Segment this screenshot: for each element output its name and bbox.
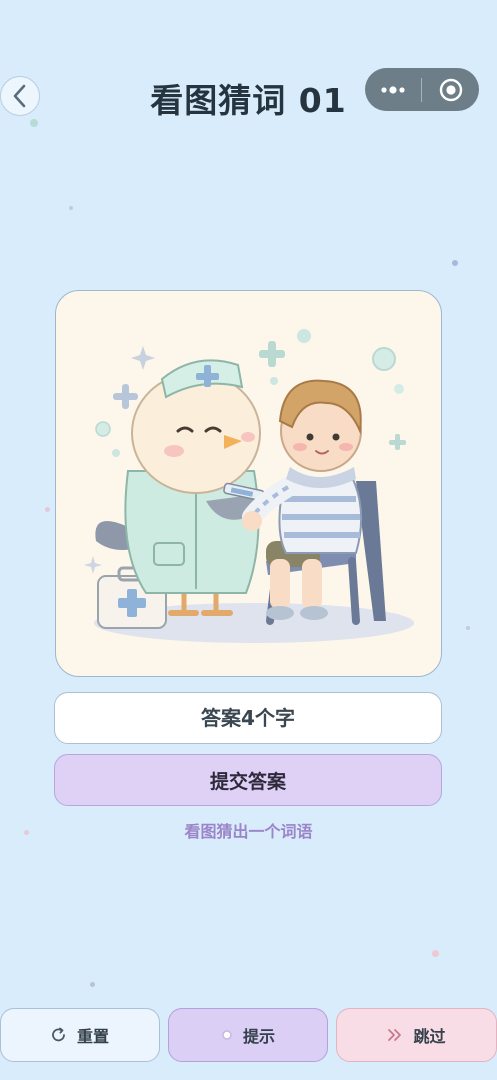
close-miniprogram-button[interactable] (422, 68, 479, 111)
decor-dot (452, 260, 458, 266)
reset-label: 重置 (76, 1027, 109, 1046)
more-dots-icon (380, 85, 406, 94)
submit-answer-button[interactable]: 提交答案 (54, 754, 442, 806)
decor-dot (69, 206, 73, 210)
puzzle-image-card (55, 290, 442, 677)
hint-button[interactable]: 提示 (168, 1008, 328, 1062)
target-close-icon (439, 78, 463, 102)
skip-button[interactable]: 跳过 (336, 1008, 497, 1062)
hint-label: 提示 (242, 1027, 275, 1046)
answer-input[interactable] (54, 692, 442, 744)
skip-label: 跳过 (413, 1027, 446, 1046)
mini-program-capsule (365, 68, 479, 111)
instruction-text: 看图猜出一个词语 (184, 822, 313, 841)
reset-button[interactable]: 重置 (0, 1008, 160, 1062)
double-chevron-right-icon (387, 1028, 403, 1042)
submit-answer-label: 提交答案 (209, 770, 286, 793)
decor-dot (45, 507, 50, 512)
puzzle-illustration (84, 329, 414, 643)
bulb-dot-icon (221, 1029, 233, 1041)
decor-dot (90, 982, 95, 987)
more-button[interactable] (365, 68, 421, 111)
decor-dot (466, 626, 470, 630)
refresh-icon (51, 1027, 67, 1043)
decor-dot (432, 950, 439, 957)
